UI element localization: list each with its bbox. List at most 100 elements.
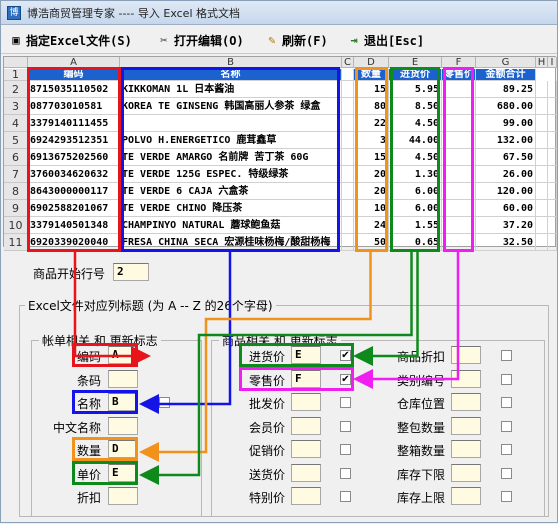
empty-cell[interactable] <box>442 81 476 98</box>
table-cell[interactable]: 8715035110502 <box>28 81 120 98</box>
column-header-B[interactable]: B <box>120 57 342 68</box>
update-flag-checkbox[interactable]: ✔ <box>340 350 351 361</box>
table-cell[interactable]: 1.55 <box>389 217 442 234</box>
empty-cell[interactable] <box>442 234 476 251</box>
table-cell[interactable]: 3379140111455 <box>28 115 120 132</box>
table-cell[interactable]: 26.00 <box>476 166 536 183</box>
table-cell[interactable]: 50 <box>354 234 389 251</box>
row-header[interactable]: 10 <box>4 217 28 234</box>
empty-cell[interactable] <box>548 81 557 98</box>
product-field-input[interactable] <box>451 393 481 411</box>
product-field-input[interactable] <box>451 487 481 505</box>
empty-cell[interactable] <box>536 217 548 234</box>
table-cell[interactable]: 3 <box>354 132 389 149</box>
empty-cell[interactable] <box>342 183 354 200</box>
spreadsheet-grid[interactable]: A B C D E F G H I 1 2 3 4 5 6 7 8 9 10 11 编码 名称 数量 进货价 零售价 金额合计 87… <box>3 56 557 252</box>
table-cell[interactable]: 3379140501348 <box>28 217 120 234</box>
empty-cell[interactable] <box>536 98 548 115</box>
table-cell[interactable]: 15 <box>354 81 389 98</box>
empty-cell[interactable] <box>536 132 548 149</box>
product-field-input[interactable] <box>451 440 481 458</box>
empty-cell[interactable] <box>548 166 557 183</box>
column-header-C[interactable]: C <box>342 57 354 68</box>
table-cell[interactable]: 3760034620632 <box>28 166 120 183</box>
table-cell[interactable]: 99.00 <box>476 115 536 132</box>
bill-field-input[interactable] <box>108 487 138 505</box>
table-cell[interactable]: 680.00 <box>476 98 536 115</box>
table-cell[interactable]: 4.50 <box>389 149 442 166</box>
table-cell[interactable]: 80 <box>354 98 389 115</box>
corner-cell[interactable] <box>4 57 28 68</box>
row-header[interactable]: 4 <box>4 115 28 132</box>
table-cell[interactable]: 24 <box>354 217 389 234</box>
empty-cell[interactable] <box>342 149 354 166</box>
update-flag-checkbox[interactable] <box>340 420 351 432</box>
row-header[interactable]: 11 <box>4 234 28 251</box>
product-field-input[interactable] <box>451 416 481 435</box>
update-flag-checkbox[interactable] <box>340 397 351 408</box>
table-cell[interactable]: 6924293512351 <box>28 132 120 149</box>
table-cell[interactable]: 6913675202560 <box>28 149 120 166</box>
bill-field-input[interactable]: B <box>108 393 138 411</box>
table-cell[interactable]: TE VERDE 6 CAJA 六盒茶 <box>120 183 342 200</box>
row-header[interactable]: 3 <box>4 98 28 115</box>
update-flag-checkbox[interactable] <box>501 491 512 502</box>
empty-cell[interactable] <box>536 183 548 200</box>
exit-button[interactable]: ⇥ 退出[Esc] <box>347 31 424 49</box>
bill-field-input[interactable] <box>108 369 138 388</box>
update-flag-checkbox[interactable] <box>501 444 512 455</box>
update-flag-checkbox[interactable] <box>501 350 512 361</box>
empty-cell[interactable] <box>548 115 557 132</box>
table-cell[interactable]: 6.00 <box>389 200 442 217</box>
table-cell[interactable]: 60.00 <box>476 200 536 217</box>
table-cell[interactable]: POLVO H.ENERGETICO 鹿茸鑫草 <box>120 132 342 149</box>
row-header[interactable]: 1 <box>4 69 28 81</box>
column-header-G[interactable]: G <box>476 57 536 68</box>
header-cell[interactable] <box>342 69 354 81</box>
table-cell[interactable]: 6902588201067 <box>28 200 120 217</box>
header-cell[interactable]: 进货价 <box>389 69 442 81</box>
table-cell[interactable]: 132.00 <box>476 132 536 149</box>
table-cell[interactable]: 087703010581 <box>28 98 120 115</box>
row-header[interactable]: 6 <box>4 149 28 166</box>
empty-cell[interactable] <box>442 132 476 149</box>
table-cell[interactable]: 89.25 <box>476 81 536 98</box>
update-flag-checkbox[interactable] <box>501 373 512 385</box>
empty-cell[interactable] <box>442 149 476 166</box>
table-cell[interactable]: 20 <box>354 166 389 183</box>
empty-cell[interactable] <box>548 217 557 234</box>
empty-cell[interactable] <box>442 98 476 115</box>
product-field-input[interactable] <box>451 463 481 482</box>
empty-cell[interactable] <box>442 183 476 200</box>
empty-cell[interactable] <box>536 115 548 132</box>
column-header-E[interactable]: E <box>389 57 442 68</box>
row-header[interactable]: 5 <box>4 132 28 149</box>
column-header-H[interactable]: H <box>536 57 548 68</box>
empty-cell[interactable] <box>342 217 354 234</box>
update-flag-checkbox[interactable] <box>501 397 512 408</box>
table-cell[interactable]: TE VERDE CHINO 降压茶 <box>120 200 342 217</box>
row-header[interactable]: 8 <box>4 183 28 200</box>
update-flag-checkbox[interactable] <box>340 467 351 479</box>
empty-cell[interactable] <box>342 98 354 115</box>
empty-cell[interactable] <box>536 81 548 98</box>
bill-field-input[interactable]: E <box>108 463 138 482</box>
open-excel-button[interactable]: ▣ 指定Excel文件(S) <box>9 31 131 49</box>
table-cell[interactable]: 20 <box>354 183 389 200</box>
table-cell[interactable]: FRESA CHINA SECA 宏源桂味杨梅/酸甜杨梅 <box>120 234 342 251</box>
table-cell[interactable]: 22 <box>354 115 389 132</box>
column-header-I[interactable]: I <box>548 57 557 68</box>
header-cell[interactable]: 名称 <box>120 69 342 81</box>
table-cell[interactable]: KIKKOMAN 1L 日本酱油 <box>120 81 342 98</box>
empty-cell[interactable] <box>442 166 476 183</box>
empty-cell[interactable] <box>536 200 548 217</box>
column-header-D[interactable]: D <box>354 57 389 68</box>
empty-cell[interactable] <box>342 234 354 251</box>
column-header-A[interactable]: A <box>28 57 120 68</box>
update-flag-checkbox[interactable] <box>340 444 351 455</box>
table-cell[interactable]: 6.00 <box>389 183 442 200</box>
empty-cell[interactable] <box>442 200 476 217</box>
row-header[interactable]: 2 <box>4 81 28 98</box>
update-flag-checkbox[interactable] <box>501 467 512 479</box>
table-cell[interactable]: 4.50 <box>389 115 442 132</box>
